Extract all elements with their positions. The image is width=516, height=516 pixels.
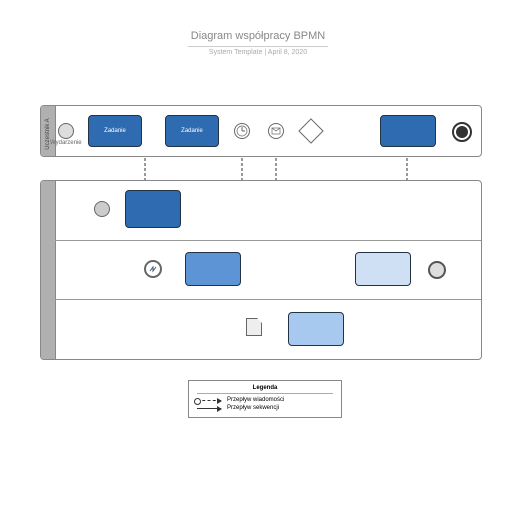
sequence-flow-icon xyxy=(197,408,221,409)
end-event-b xyxy=(428,261,446,279)
task-a1: Zadanie xyxy=(88,115,142,147)
start-event-label: Wydarzenie xyxy=(50,140,82,146)
start-event-a xyxy=(58,123,74,139)
task-a3 xyxy=(380,115,436,147)
task-b4 xyxy=(355,252,411,286)
start-event-b xyxy=(94,201,110,217)
end-event-a xyxy=(452,122,472,142)
task-a2: Zadanie xyxy=(165,115,219,147)
pool-a-header: Uczestnik A xyxy=(41,106,56,156)
intermediate-event xyxy=(144,260,162,278)
message-flow-icon xyxy=(197,400,221,401)
task-b1 xyxy=(125,190,181,228)
task-b2 xyxy=(185,252,241,286)
legend-row-msg: Przepływ wiadomości xyxy=(197,397,333,403)
message-event xyxy=(268,123,284,139)
task-b3 xyxy=(288,312,344,346)
legend: Legenda Przepływ wiadomości Przepływ sek… xyxy=(188,380,342,418)
timer-event xyxy=(234,123,250,139)
legend-row-seq: Przepływ sekwencji xyxy=(197,405,333,411)
data-object-icon xyxy=(246,318,262,336)
lane-divider-2 xyxy=(55,299,481,300)
lane-divider-1 xyxy=(55,240,481,241)
legend-title: Legenda xyxy=(197,385,333,394)
pool-b-header xyxy=(41,181,56,359)
